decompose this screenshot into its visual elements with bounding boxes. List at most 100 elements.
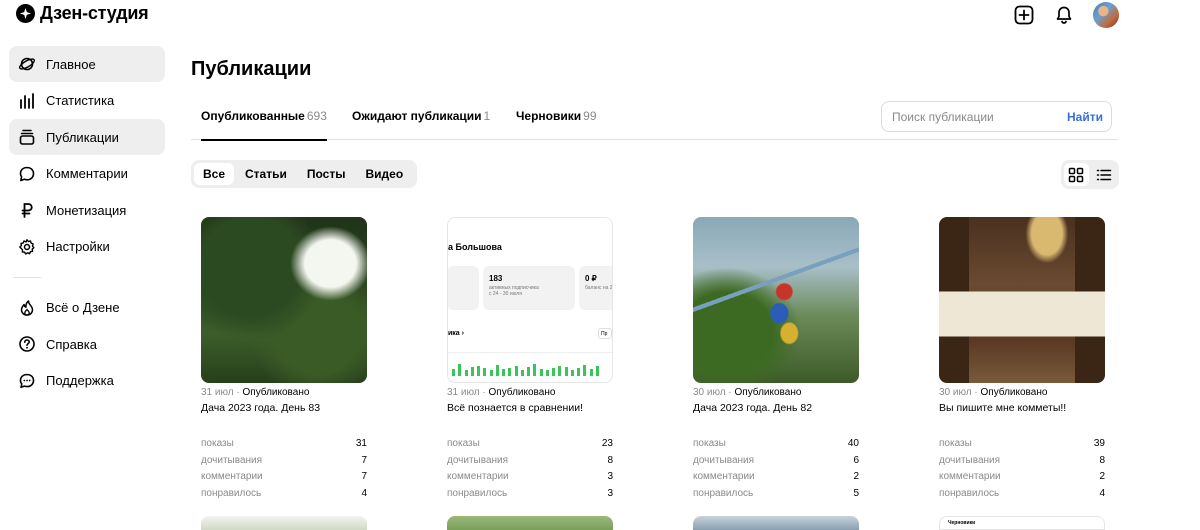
card-thumbnail[interactable] [939,217,1105,383]
sidebar-item-main[interactable]: Главное [9,46,165,82]
thumbnail-bar [495,365,499,376]
grid-icon [1069,167,1084,182]
sidebar-item-label: Монетизация [46,202,127,218]
stat-label: комментарии [201,471,263,483]
sidebar-item-label: Настройки [46,239,110,254]
thumbnail-bar [564,367,568,376]
card-stats: показы 39 дочитывания 8 комментарии 2 по… [939,436,1105,503]
card-date: 30 июл [693,387,726,398]
thumbnail-bar [595,366,599,376]
card-thumbnail[interactable] [201,217,367,383]
card-thumbnail-partial[interactable]: Черновики [939,516,1105,530]
thumbnail-bar [552,368,555,376]
card-thumbnail-partial[interactable] [693,516,859,530]
list-view-button[interactable] [1092,163,1117,186]
tab-label: Опубликованные [201,109,305,123]
thumbnail-bar [458,364,462,376]
tab-drafts[interactable]: Черновики 99 [516,109,597,140]
tab-published[interactable]: Опубликованные 693 [201,109,327,141]
card-status: Опубликовано [734,387,802,398]
thumbnail-bar [477,366,480,376]
sidebar-item-statistics[interactable]: Статистика [9,83,165,119]
filter-all[interactable]: Все [194,163,235,185]
sidebar: Главное Статистика Публикации Комментари… [9,46,165,399]
card-title[interactable]: Вы пишите мне комметы!! [939,402,1105,414]
top-bar: Дзен-студия [0,0,1200,30]
card-title[interactable]: Всё познается в сравнении! [447,402,613,414]
stat-row: дочитывания 8 [939,453,1105,470]
stat-row: комментарии 2 [939,469,1105,486]
card-thumbnail-partial[interactable] [201,516,367,530]
publication-card[interactable]: 30 июл · Опубликовано Вы пишите мне комм… [939,217,1105,503]
stat-label: показы [693,438,726,449]
filter-videos[interactable]: Видео [356,163,412,185]
card-thumbnail[interactable] [693,217,859,383]
stat-label: комментарии [447,471,509,483]
sidebar-item-label: Всё о Дзене [46,300,120,315]
card-thumbnail[interactable]: а Большова 183 активных подписчика с 24 -… [447,217,613,383]
thumbnail-box: 0 ₽ баланс на 2 [579,266,612,310]
thumbnail-bar [545,370,549,376]
dzen-logo-icon [16,4,35,23]
stack-icon [18,128,36,146]
thumbnail-bar [558,366,562,376]
thumbnail-box [448,266,479,310]
card-date: 31 июл [447,387,480,398]
stat-row: показы 23 [447,436,613,453]
card-date: 30 июл [939,387,972,398]
stat-row: понравилось 5 [693,486,859,503]
logo[interactable]: Дзен-студия [16,3,149,24]
bar-chart-icon [18,92,36,110]
thumbnail-bar [577,368,580,376]
stat-value: 40 [847,438,859,449]
sidebar-item-about-dzen[interactable]: Всё о Дзене [9,290,165,326]
tab-scheduled[interactable]: Ожидают публикации 1 [352,109,490,140]
sidebar-divider [13,276,41,278]
planet-icon [18,55,36,73]
avatar[interactable] [1093,2,1119,28]
search-input[interactable] [892,109,1068,124]
publication-card[interactable]: 31 июл · Опубликовано Дача 2023 года. Де… [201,217,367,503]
publication-card[interactable]: а Большова 183 активных подписчика с 24 -… [447,217,613,503]
sidebar-item-settings[interactable]: Настройки [9,229,165,265]
card-stats: показы 23 дочитывания 8 комментарии 3 по… [447,436,613,503]
card-stats: показы 31 дочитывания 7 комментарии 7 по… [201,436,367,503]
sidebar-item-publications[interactable]: Публикации [9,119,165,155]
create-button[interactable] [1013,4,1035,26]
publication-card[interactable]: 30 июл · Опубликовано Дача 2023 года. Де… [693,217,859,503]
search-button[interactable]: Найти [1067,110,1103,124]
card-thumbnail-partial[interactable] [447,516,613,530]
thumbnail-bar [508,368,512,376]
card-title[interactable]: Дача 2023 года. День 82 [693,402,859,414]
sidebar-item-help[interactable]: Справка [9,326,165,362]
card-date: 31 июл [201,387,234,398]
thumbnail-text: ика › [448,330,464,337]
sidebar-item-monetization[interactable]: Монетизация [9,192,165,228]
stat-value: 4 [361,488,367,500]
notifications-button[interactable] [1053,4,1075,26]
filter-posts[interactable]: Посты [298,163,355,185]
thumbnail-text: активных подписчика с 24 - 30 июля [489,285,539,297]
question-icon [18,335,36,353]
card-status: Опубликовано [242,387,310,398]
thumbnail-bar [514,366,518,376]
stat-row: дочитывания 7 [201,453,367,470]
stat-value: 4 [1099,488,1105,500]
thumbnail-bar [489,370,493,376]
grid-view-button[interactable] [1064,163,1089,186]
thumbnail-text: Пр [598,328,612,339]
stat-label: комментарии [693,471,755,483]
thumbnail-text: Черновики [948,520,976,526]
stat-value: 8 [1099,454,1105,466]
thumbnail-text: 0 ₽ [585,274,597,283]
filter-articles[interactable]: Статьи [236,163,296,185]
sidebar-item-comments[interactable]: Комментарии [9,156,165,192]
stat-label: показы [939,438,972,449]
stat-row: показы 39 [939,436,1105,453]
thumbnail-bar [539,369,543,376]
type-filter: Все Статьи Посты Видео [191,160,418,188]
stat-value: 5 [853,488,859,500]
stat-label: дочитывания [447,454,509,466]
sidebar-item-support[interactable]: Поддержка [9,363,165,399]
card-title[interactable]: Дача 2023 года. День 83 [201,402,367,414]
